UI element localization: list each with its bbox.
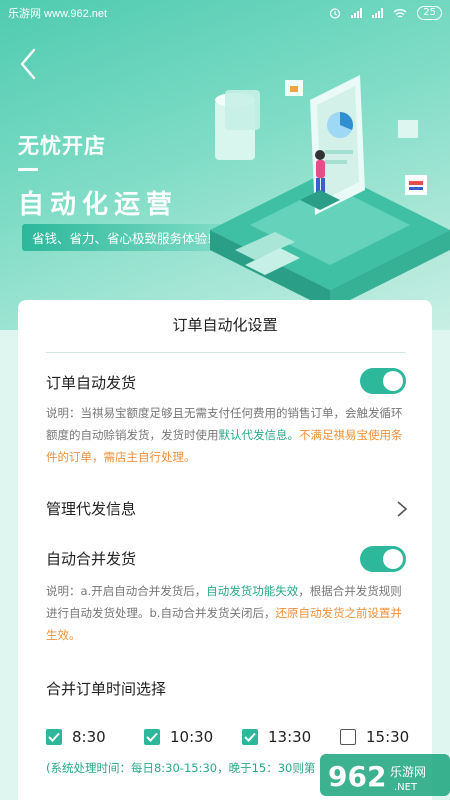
status-icons: 25: [329, 6, 442, 20]
checkbox-unchecked-icon[interactable]: [340, 729, 356, 745]
alarm-icon: [330, 8, 341, 19]
time-option-label: 8:30: [72, 728, 106, 746]
merge-ship-toggle[interactable]: [360, 546, 406, 572]
svg-text:962: 962: [328, 760, 386, 793]
time-option-0830[interactable]: 8:30: [46, 728, 106, 746]
hero-divider: [18, 168, 38, 171]
desc-text: 说明：a.开启自动合并发货后，: [46, 584, 207, 598]
back-arrow-icon[interactable]: [14, 44, 44, 84]
time-option-label: 15:30: [366, 728, 410, 746]
divider: [46, 352, 406, 353]
signal-icon: [351, 8, 363, 18]
toggle-knob: [383, 549, 403, 569]
checkbox-checked-icon[interactable]: [242, 729, 258, 745]
merge-ship-label: 自动合并发货: [46, 550, 137, 568]
auto-ship-disabled-text: 自动发货功能失效: [206, 584, 299, 598]
auto-ship-toggle[interactable]: [360, 368, 406, 394]
automation-illustration: [210, 75, 450, 310]
time-option-1530[interactable]: 15:30: [340, 728, 409, 746]
merge-time-label: 合并订单时间选择: [46, 680, 167, 698]
svg-text:乐游网: 乐游网: [390, 765, 426, 779]
hero-banner: 乐游网 www.962.net 25 无忧开店 自动化运营 省钱、省力、省心极致…: [0, 0, 450, 330]
time-option-1030[interactable]: 10:30: [144, 728, 213, 746]
hero-heading: 自动化运营: [18, 190, 179, 220]
hero-title: 无忧开店: [18, 134, 106, 158]
wifi-icon: [393, 8, 407, 18]
signal-icon-2: [372, 8, 384, 18]
time-option-label: 10:30: [170, 728, 214, 746]
server-illustration: [215, 90, 260, 160]
auto-ship-label: 订单自动发货: [46, 374, 137, 392]
site-logo-watermark: 962 乐游网 .NET: [320, 754, 450, 796]
processing-time-note: (系统处理时间：每日8:30-15:30，晚于15：30则第: [46, 761, 316, 775]
time-option-1330[interactable]: 13:30: [242, 728, 311, 746]
merge-time-options: 8:30 10:30 13:30 15:30: [46, 728, 410, 750]
battery-indicator: 25: [417, 6, 442, 20]
auto-ship-description: 说明：当祺易宝额度足够且无需支付任何费用的销售订单，会触发循环额度的自动赊销发货…: [46, 402, 408, 468]
default-info-link[interactable]: 默认代发信息。: [219, 428, 300, 442]
chevron-right-icon[interactable]: [396, 500, 408, 518]
checkbox-checked-icon[interactable]: [46, 729, 62, 745]
site-watermark: 乐游网 www.962.net: [8, 8, 108, 20]
time-option-label: 13:30: [268, 728, 312, 746]
manage-info-label[interactable]: 管理代发信息: [46, 498, 136, 519]
merge-ship-description: 说明：a.开启自动合并发货后，自动发货功能失效，根据合并发货规则进行自动发货处理…: [46, 580, 408, 646]
toggle-knob: [383, 371, 403, 391]
status-bar: 乐游网 www.962.net 25: [0, 0, 450, 26]
card-title: 订单自动化设置: [172, 316, 278, 334]
checkbox-checked-icon[interactable]: [144, 729, 160, 745]
order-automation-card: 订单自动化设置 订单自动发货 说明：当祺易宝额度足够且无需支付任何费用的销售订单…: [18, 300, 432, 800]
svg-text:.NET: .NET: [394, 782, 418, 793]
